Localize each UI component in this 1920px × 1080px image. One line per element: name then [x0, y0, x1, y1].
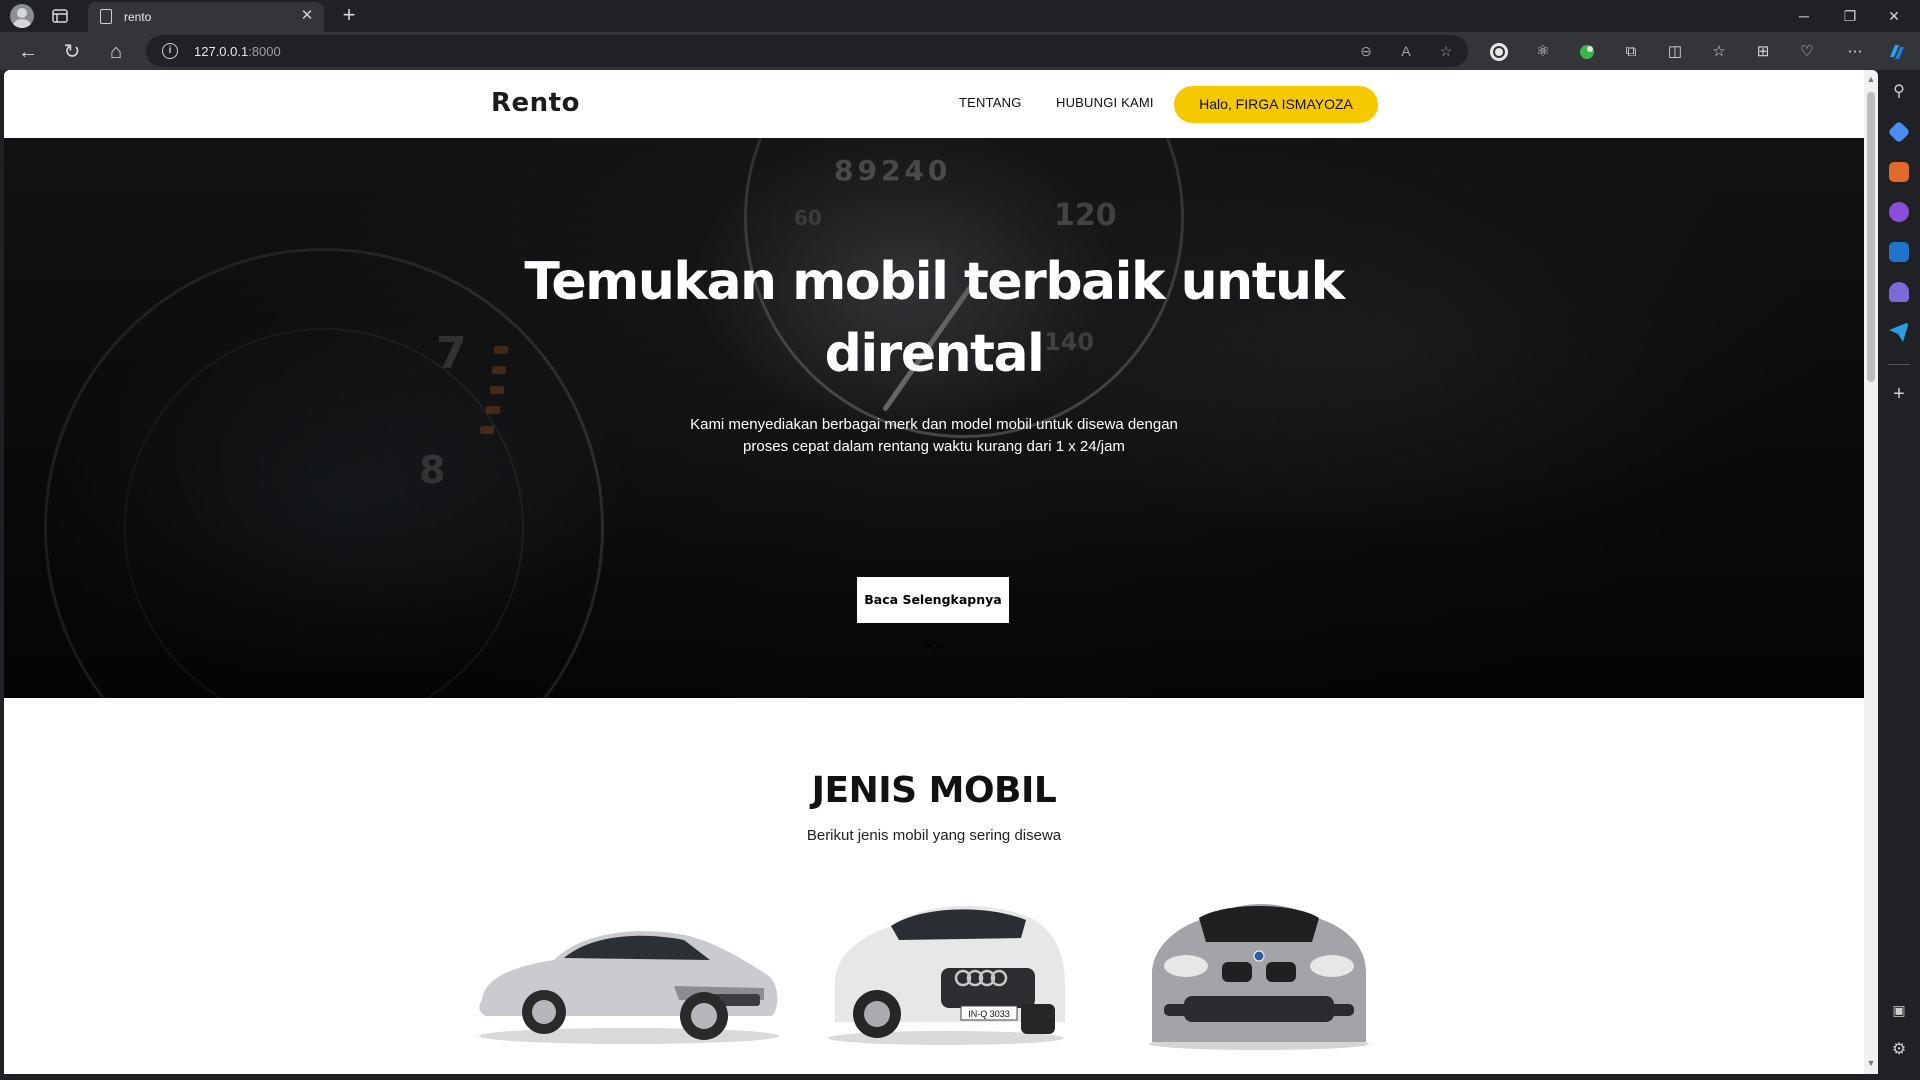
section-subtitle: Berikut jenis mobil yang sering disewa — [806, 827, 1062, 844]
car-image-sedan[interactable] — [474, 908, 784, 1048]
search-icon[interactable]: ⚲ — [1889, 82, 1909, 102]
hero-banner: 7 8 89240 120 60 140 Temukan mobil terba… — [4, 138, 1864, 698]
nav-link-contact[interactable]: HUBUNGI KAMI — [1056, 95, 1154, 110]
page-viewport: Rento TENTANG HUBUNGI KAMI Halo, FIRGA I… — [4, 70, 1878, 1074]
zoom-out-icon[interactable]: ⊖ — [1356, 41, 1376, 61]
hero-title: Temukan mobil terbaik untuk dirental — [484, 246, 1384, 390]
tools-icon[interactable] — [1889, 162, 1909, 182]
browser-titlebar: rento ✕ + ─ ❐ ✕ — [0, 0, 1920, 32]
shopping-tag-icon[interactable] — [1887, 120, 1911, 144]
nav-link-about[interactable]: TENTANG — [959, 95, 1022, 110]
site-info-icon[interactable]: i — [162, 43, 178, 59]
browser-essentials-icon[interactable]: ♡ — [1796, 41, 1818, 63]
license-plate: IN-Q 3033 — [968, 1009, 1010, 1019]
hero-subtitle-line: Kami menyediakan berbagai merk dan model… — [690, 416, 1178, 433]
hero-subtitle: Kami menyediakan berbagai merk dan model… — [634, 414, 1234, 458]
scrollbar-thumb[interactable] — [1867, 92, 1875, 382]
browser-tab-active[interactable]: rento ✕ — [88, 2, 324, 32]
new-tab-icon[interactable]: + — [338, 4, 360, 26]
favorite-star-icon[interactable]: ☆ — [1436, 41, 1456, 61]
outlook-icon[interactable] — [1889, 242, 1909, 262]
page-icon — [100, 9, 112, 24]
refresh-icon[interactable]: ↻ — [60, 40, 84, 64]
restore-icon[interactable]: ❐ — [1840, 6, 1860, 26]
sidebar-settings-gear-icon[interactable]: ⚙ — [1889, 1040, 1909, 1060]
hero-title-line: dirental — [824, 324, 1045, 384]
hero-subtitle-line: proses cepat dalam rentang waktu kurang … — [743, 438, 1125, 455]
copilot-icon[interactable] — [1886, 41, 1908, 63]
url-text[interactable]: 127.0.0.1:8000 — [194, 44, 281, 59]
page-scrollbar[interactable]: ▲ ▼ — [1864, 70, 1878, 1074]
more-menu-icon[interactable]: ⋯ — [1844, 41, 1866, 63]
favorites-icon[interactable]: ☆ — [1708, 41, 1730, 63]
extension-leaf-icon[interactable] — [1576, 41, 1598, 63]
read-more-button[interactable]: Baca Selengkapnya >> — [857, 577, 1009, 653]
close-tab-icon[interactable]: ✕ — [298, 7, 316, 25]
close-window-icon[interactable]: ✕ — [1884, 6, 1904, 26]
read-aloud-icon[interactable]: A — [1396, 41, 1416, 61]
extensions-puzzle-icon[interactable]: ⧉ — [1620, 41, 1642, 63]
telegram-icon[interactable] — [1889, 322, 1909, 342]
screen-cast-icon[interactable]: ▣ — [1889, 1000, 1909, 1020]
site-navbar: Rento TENTANG HUBUNGI KAMI Halo, FIRGA I… — [4, 70, 1864, 138]
profile-avatar-icon[interactable] — [10, 4, 34, 28]
browser-toolbar: ← ↻ ⌂ i 127.0.0.1:8000 ⊖ A ☆ ⚛ ⧉ ◫ ☆ ⊞ ♡… — [0, 32, 1920, 70]
tab-title: rento — [124, 10, 152, 24]
sidebar-divider — [1888, 364, 1910, 365]
home-icon[interactable]: ⌂ — [104, 40, 128, 64]
edge-sidebar: ⚲ + ▣ ⚙ — [1878, 70, 1920, 1080]
minimize-icon[interactable]: ─ — [1794, 6, 1814, 26]
react-devtools-icon[interactable]: ⚛ — [1532, 41, 1554, 63]
car-image-coupe[interactable] — [1144, 892, 1374, 1052]
address-bar[interactable]: i 127.0.0.1:8000 ⊖ A ☆ — [146, 35, 1468, 67]
section-title: JENIS MOBIL — [811, 770, 1057, 811]
site-logo[interactable]: Rento — [491, 88, 580, 118]
scroll-up-arrow-icon[interactable]: ▲ — [1866, 74, 1876, 84]
people-icon[interactable] — [1889, 282, 1909, 302]
games-icon[interactable] — [1889, 202, 1909, 222]
hero-title-line: Temukan mobil terbaik untuk — [524, 252, 1345, 312]
user-greeting-button[interactable]: Halo, FIRGA ISMAYOZA — [1174, 86, 1378, 123]
add-sidebar-app-icon[interactable]: + — [1889, 384, 1909, 404]
back-arrow-icon[interactable]: ← — [16, 40, 40, 64]
car-image-suv[interactable]: IN-Q 3033 — [821, 896, 1071, 1048]
split-screen-icon[interactable]: ◫ — [1664, 41, 1686, 63]
tab-actions-icon[interactable] — [50, 6, 70, 26]
extension-circle-icon[interactable] — [1488, 41, 1510, 63]
collections-icon[interactable]: ⊞ — [1752, 41, 1774, 63]
scroll-down-arrow-icon[interactable]: ▼ — [1866, 1058, 1876, 1068]
